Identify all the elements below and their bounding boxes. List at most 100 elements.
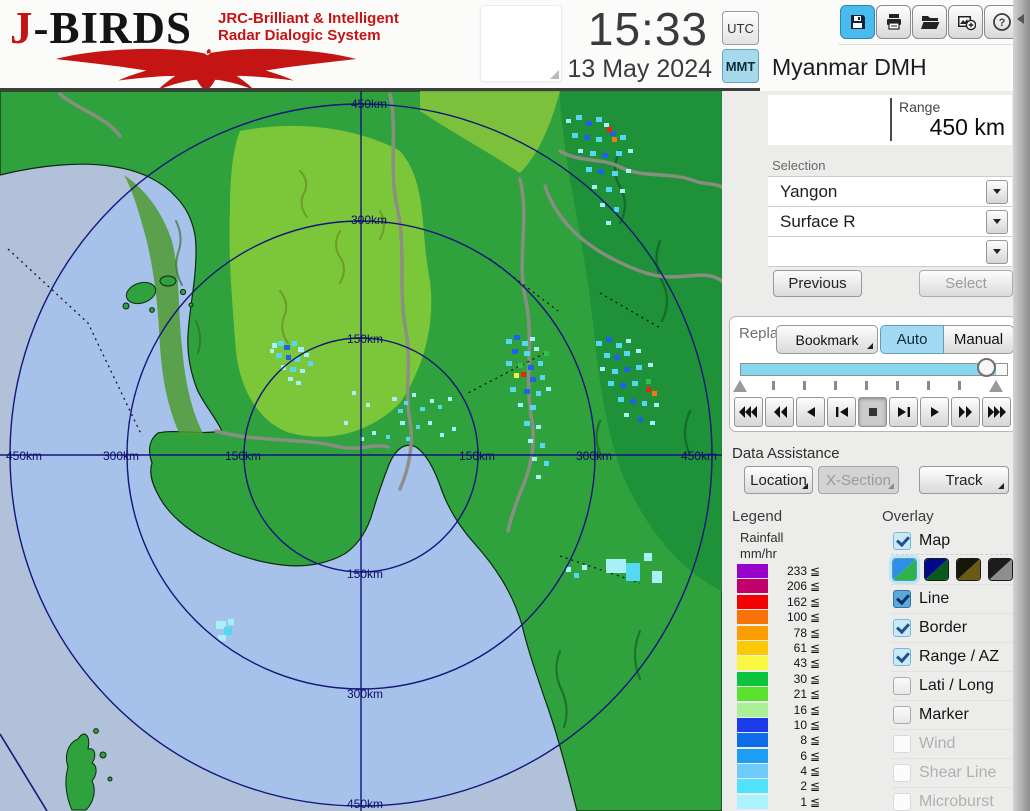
site-dropdown-value: Yangon <box>768 182 986 202</box>
rewind-button[interactable] <box>765 397 794 427</box>
overlay-item-wind: Wind <box>891 729 1013 758</box>
svg-text:450km: 450km <box>351 97 387 111</box>
step-last-button[interactable] <box>889 397 918 427</box>
option-dropdown[interactable] <box>768 237 1012 267</box>
dropdown-corner-icon <box>802 483 808 489</box>
svg-text:?: ? <box>998 17 1005 29</box>
checkbox-unchecked-icon[interactable] <box>893 677 911 695</box>
overlay-item-line[interactable]: Line <box>891 584 1013 613</box>
checkbox-checked-icon[interactable] <box>893 590 911 608</box>
legend-row: 61≦ <box>737 641 829 655</box>
forward-button[interactable] <box>951 397 980 427</box>
range-divider <box>890 98 892 141</box>
stop-button[interactable] <box>858 397 887 427</box>
add-image-icon <box>956 12 976 32</box>
map-style-black-olive[interactable] <box>956 558 981 581</box>
overlay-item-range-az[interactable]: Range / AZ <box>891 642 1013 671</box>
step-last-icon <box>897 406 911 418</box>
logo-subtitle: JRC-Brilliant & Intelligent Radar Dialog… <box>218 10 399 44</box>
checkbox-checked-icon[interactable] <box>893 619 911 637</box>
save-button[interactable] <box>840 5 875 39</box>
play-icon <box>929 406 941 418</box>
replay-slider-handle[interactable] <box>977 358 996 377</box>
legend-row: 162≦ <box>737 595 829 609</box>
xsection-button[interactable]: X-Section <box>818 466 899 494</box>
mmt-button[interactable]: MMT <box>722 49 759 83</box>
step-first-button[interactable] <box>827 397 856 427</box>
checkbox-unchecked-icon[interactable] <box>893 706 911 724</box>
radar-map[interactable]: 450km 300km 150km 450km 300km 150km 150k… <box>0 91 722 811</box>
utc-button[interactable]: UTC <box>722 11 759 45</box>
legend-row: 4≦ <box>737 764 829 778</box>
location-button[interactable]: Location <box>744 466 813 494</box>
svg-text:450km: 450km <box>347 797 383 811</box>
svg-text:150km: 150km <box>225 449 261 463</box>
panel-edge-strip[interactable] <box>1013 0 1030 811</box>
play-reverse-button[interactable] <box>796 397 825 427</box>
clock-time: 15:33 <box>540 2 708 56</box>
play-button[interactable] <box>920 397 949 427</box>
legend-unit: Rainfall mm/hr <box>740 530 783 562</box>
svg-text:150km: 150km <box>347 332 383 346</box>
open-folder-button[interactable] <box>912 5 947 39</box>
map-style-blue-green[interactable] <box>892 558 917 581</box>
svg-text:150km: 150km <box>459 449 495 463</box>
legend-swatch <box>737 718 768 732</box>
replay-progress-track[interactable] <box>740 363 1008 376</box>
data-assistance-label: Data Assistance <box>732 445 840 462</box>
site-dropdown[interactable]: Yangon <box>768 177 1012 207</box>
bookmark-button[interactable]: Bookmark <box>776 325 878 354</box>
range-end-marker-icon[interactable] <box>989 380 1003 392</box>
auto-button[interactable]: Auto <box>880 325 944 354</box>
chevron-down-icon <box>993 249 1001 254</box>
overlay-item-marker[interactable]: Marker <box>891 700 1013 729</box>
print-button[interactable] <box>876 5 911 39</box>
overlay-item-border[interactable]: Border <box>891 613 1013 642</box>
select-button[interactable]: Select <box>919 270 1013 297</box>
range-box: Range 450 km <box>768 95 1012 145</box>
legend-row: 1≦ <box>737 795 829 809</box>
legend-swatch <box>737 749 768 763</box>
product-dropdown-button[interactable] <box>986 210 1008 234</box>
legend-swatch <box>737 595 768 609</box>
track-button[interactable]: Track <box>919 466 1009 494</box>
map-style-navy-darkgreen[interactable] <box>924 558 949 581</box>
range-start-marker-icon[interactable] <box>733 380 747 392</box>
fast-rewind-button[interactable] <box>734 397 763 427</box>
legend-swatch <box>737 687 768 701</box>
selection-dropdowns: Yangon Surface R <box>768 176 1012 267</box>
panel-collapse-arrow-icon[interactable] <box>1017 14 1024 24</box>
step-first-icon <box>835 406 849 418</box>
map-style-black-gray[interactable] <box>988 558 1013 581</box>
manual-button[interactable]: Manual <box>944 325 1014 354</box>
svg-text:300km: 300km <box>103 449 139 463</box>
legend-swatch <box>737 733 768 747</box>
jbirds-logo: J-BIRDS JRC-Brilliant & Intelligent Rada… <box>6 2 406 90</box>
legend-swatch <box>737 610 768 624</box>
overlay-item-shear-line: Shear Line <box>891 758 1013 787</box>
site-dropdown-button[interactable] <box>986 180 1008 204</box>
product-dropdown[interactable]: Surface R <box>768 207 1012 237</box>
legend-row: 78≦ <box>737 626 829 640</box>
legend-row: 16≦ <box>737 703 829 717</box>
overlay-label: Overlay <box>882 508 934 525</box>
add-image-button[interactable] <box>948 5 983 39</box>
checkbox-disabled-icon <box>893 764 911 782</box>
checkbox-checked-icon[interactable] <box>893 532 911 550</box>
forward-icon <box>959 406 973 418</box>
checkbox-checked-icon[interactable] <box>893 648 911 666</box>
dropdown-corner-icon <box>867 343 873 349</box>
option-dropdown-button[interactable] <box>986 240 1008 264</box>
legend-row: 2≦ <box>737 779 829 793</box>
overlay-item-lati-long[interactable]: Lati / Long <box>891 671 1013 700</box>
fast-forward-button[interactable] <box>982 397 1011 427</box>
svg-text:300km: 300km <box>351 213 387 227</box>
previous-button[interactable]: Previous <box>773 270 862 297</box>
legend-swatch <box>737 779 768 793</box>
range-value: 450 km <box>930 114 1005 141</box>
overlay-item-map[interactable]: Map <box>891 528 1013 554</box>
print-icon <box>884 12 904 32</box>
legend-swatch <box>737 764 768 778</box>
product-dropdown-value: Surface R <box>768 212 986 232</box>
open-folder-icon <box>920 12 940 32</box>
